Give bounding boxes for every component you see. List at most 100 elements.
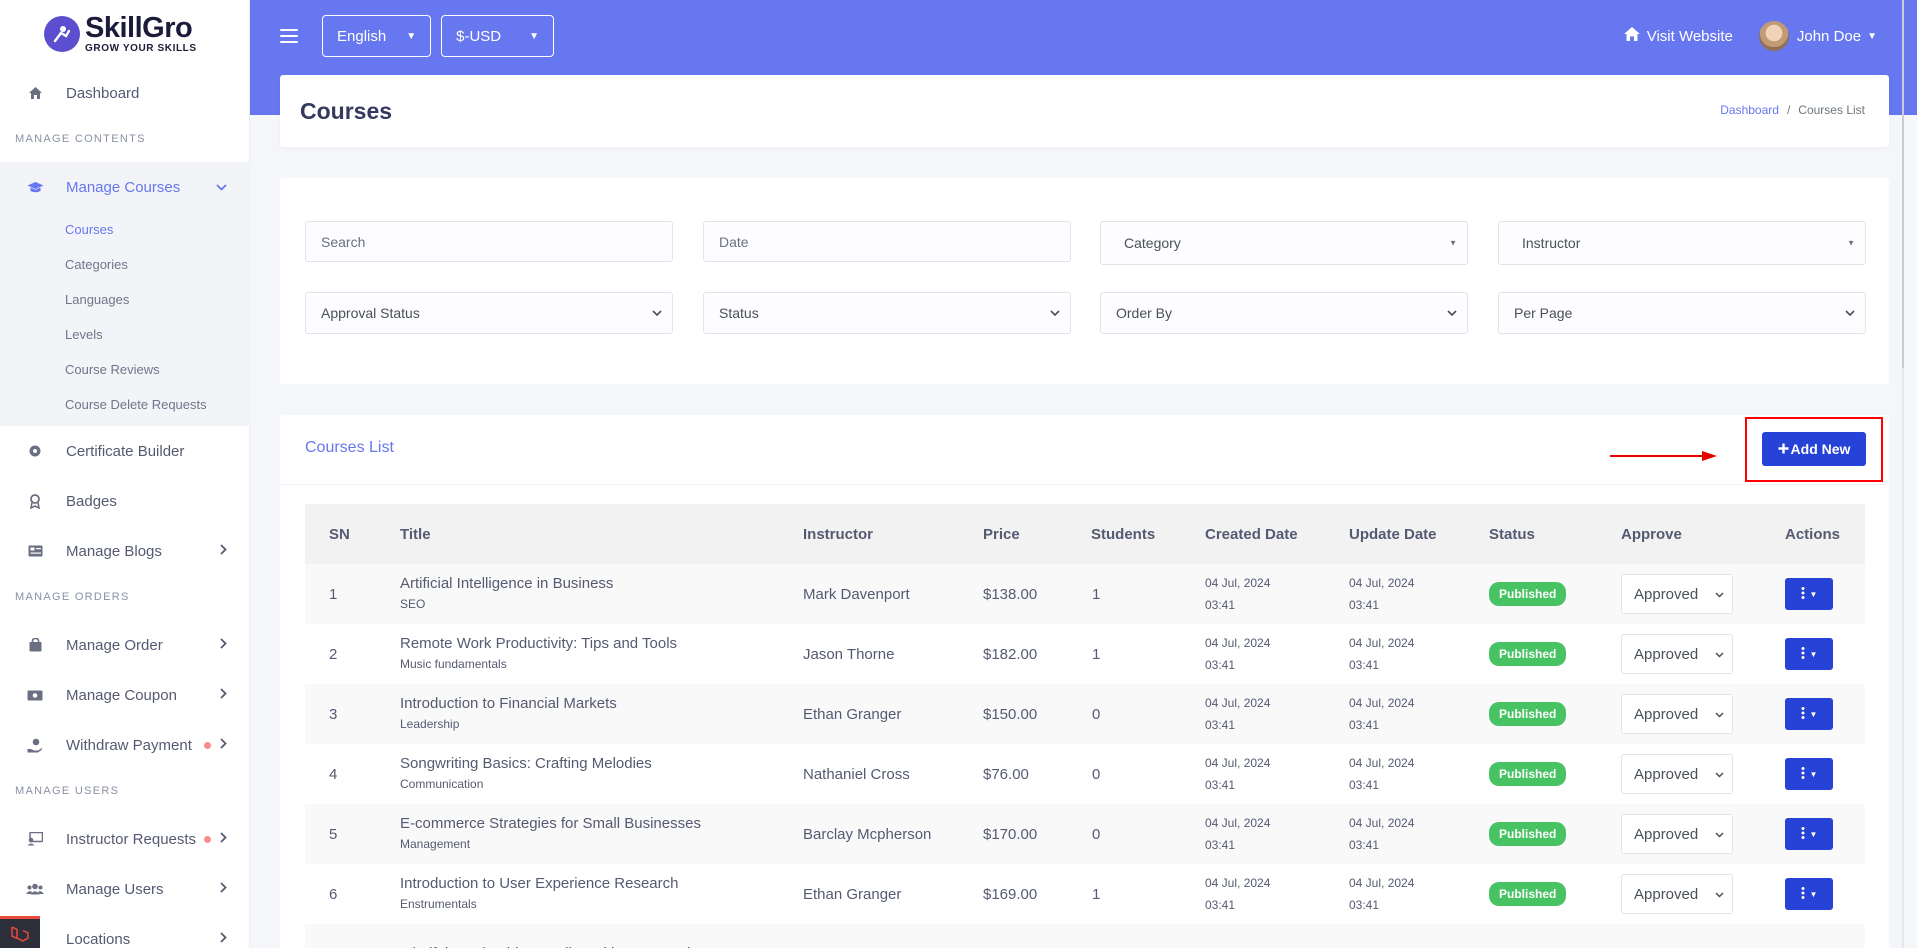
cell-title: Introduction to User Experience Research… bbox=[400, 864, 803, 924]
vertical-scrollbar[interactable] bbox=[1889, 0, 1917, 948]
cell-status: Published bbox=[1489, 564, 1621, 624]
visit-website-link[interactable]: Visit Website bbox=[1623, 26, 1733, 47]
column-header-status[interactable]: Status bbox=[1489, 504, 1621, 564]
status-badge: Published bbox=[1489, 822, 1567, 846]
approve-select[interactable]: Approved bbox=[1621, 634, 1733, 674]
brand-name: SkillGro bbox=[85, 12, 193, 44]
filters-card: Search Date Category ▼ Instructor ▼ Appr… bbox=[280, 178, 1889, 384]
students-count: 1 bbox=[1092, 585, 1101, 603]
chevron-down-icon bbox=[1715, 887, 1724, 901]
topbar: English ▼ $-USD ▼ Visit Website John Doe… bbox=[250, 0, 1917, 72]
category-select[interactable]: Category ▼ bbox=[1100, 221, 1468, 265]
cell-actions bbox=[1785, 924, 1865, 948]
sidebar-item-withdraw-payment[interactable]: Withdraw Payment bbox=[0, 720, 249, 770]
sidebar-item-dashboard[interactable]: Dashboard bbox=[0, 68, 249, 118]
column-header-title[interactable]: Title bbox=[400, 504, 803, 564]
approve-select[interactable]: Approved bbox=[1621, 574, 1733, 614]
cell-price: $169.00 bbox=[983, 885, 1038, 903]
caret-down-icon: ▼ bbox=[1847, 238, 1855, 248]
sidebar-subitem-course-delete-requests[interactable]: Course Delete Requests bbox=[0, 387, 249, 422]
cell-sn: 1 bbox=[329, 585, 338, 603]
sidebar-subitem-categories[interactable]: Categories bbox=[0, 247, 249, 282]
course-title[interactable]: Mindful Leadership: Leading with Compass… bbox=[400, 944, 803, 948]
sidebar-item-label: Certificate Builder bbox=[66, 442, 185, 460]
actions-dropdown-button[interactable]: ▼ bbox=[1785, 878, 1833, 910]
cell-actions: ▼ bbox=[1785, 864, 1865, 924]
user-menu[interactable]: John Doe ▼ bbox=[1758, 21, 1877, 51]
ellipsis-vertical-icon bbox=[1801, 886, 1805, 902]
cell-sn: 5 bbox=[329, 825, 338, 843]
status-select[interactable]: Status bbox=[703, 292, 1071, 334]
status-badge: Published bbox=[1489, 702, 1567, 726]
updated-time: 03:41 bbox=[1349, 658, 1380, 672]
course-title[interactable]: Remote Work Productivity: Tips and Tools bbox=[400, 634, 803, 654]
course-title[interactable]: Songwriting Basics: Crafting Melodies bbox=[400, 754, 803, 774]
course-title[interactable]: E-commerce Strategies for Small Business… bbox=[400, 814, 803, 834]
ellipsis-vertical-icon bbox=[1801, 706, 1805, 722]
brand[interactable]: SkillGro GROW YOUR SKILLS bbox=[0, 0, 249, 68]
students-count: 0 bbox=[1092, 765, 1101, 783]
sidebar-subitem-courses[interactable]: Courses bbox=[0, 212, 249, 247]
actions-dropdown-button[interactable]: ▼ bbox=[1785, 698, 1833, 730]
cell-actions: ▼ bbox=[1785, 684, 1865, 744]
courses-list-card: Courses List Add New SN Title Instructor… bbox=[280, 415, 1889, 948]
column-header-price[interactable]: Price bbox=[983, 504, 1091, 564]
newspaper-icon bbox=[26, 542, 44, 560]
column-header-actions: Actions bbox=[1785, 504, 1865, 564]
column-header-approve[interactable]: Approve bbox=[1621, 504, 1785, 564]
approval-status-select[interactable]: Approval Status bbox=[305, 292, 673, 334]
approve-select[interactable]: Approved bbox=[1621, 694, 1733, 734]
order-by-select[interactable]: Order By bbox=[1100, 292, 1468, 334]
laravel-debug-icon[interactable] bbox=[0, 916, 40, 948]
sidebar-subitem-languages[interactable]: Languages bbox=[0, 282, 249, 317]
cell-title: Introduction to Financial Markets Leaders… bbox=[400, 684, 803, 744]
actions-dropdown-button[interactable]: ▼ bbox=[1785, 758, 1833, 790]
column-header-update-date[interactable]: Update Date bbox=[1349, 504, 1489, 564]
approve-select[interactable]: Approved bbox=[1621, 874, 1733, 914]
currency-select[interactable]: $-USD ▼ bbox=[441, 15, 555, 57]
instructor-select[interactable]: Instructor ▼ bbox=[1498, 221, 1866, 265]
sidebar-item-certificate-builder[interactable]: Certificate Builder bbox=[0, 426, 249, 476]
breadcrumb-dashboard-link[interactable]: Dashboard bbox=[1720, 103, 1779, 117]
cell-sn: 6 bbox=[329, 885, 338, 903]
cell-update-date: 04 Jul, 2024 03:41 bbox=[1349, 804, 1489, 864]
search-input[interactable]: Search bbox=[305, 221, 673, 262]
actions-dropdown-button[interactable]: ▼ bbox=[1785, 638, 1833, 670]
date-input[interactable]: Date bbox=[703, 221, 1071, 262]
cell-price: $150.00 bbox=[983, 705, 1038, 723]
sidebar-item-instructor-requests[interactable]: Instructor Requests bbox=[0, 814, 249, 864]
per-page-select[interactable]: Per Page bbox=[1498, 292, 1866, 334]
sidebar-item-manage-order[interactable]: Manage Order bbox=[0, 620, 249, 670]
sidebar-item-manage-courses[interactable]: Manage Courses bbox=[0, 162, 249, 212]
cell-sn: 3 bbox=[329, 705, 338, 723]
cell-status bbox=[1489, 924, 1621, 948]
sidebar-subitem-course-reviews[interactable]: Course Reviews bbox=[0, 352, 249, 387]
chevron-down-icon bbox=[652, 306, 662, 320]
course-title[interactable]: Artificial Intelligence in Business bbox=[400, 574, 803, 594]
actions-dropdown-button[interactable]: ▼ bbox=[1785, 578, 1833, 610]
cell-actions: ▼ bbox=[1785, 744, 1865, 804]
sidebar-subitem-levels[interactable]: Levels bbox=[0, 317, 249, 352]
actions-dropdown-button[interactable]: ▼ bbox=[1785, 818, 1833, 850]
approve-select[interactable]: Approved bbox=[1621, 754, 1733, 794]
status-badge: Published bbox=[1489, 582, 1567, 606]
table-row: 4 Songwriting Basics: Crafting Melodies Co… bbox=[305, 744, 1865, 804]
column-header-students[interactable]: Students bbox=[1091, 504, 1205, 564]
sidebar-item-manage-coupon[interactable]: Manage Coupon bbox=[0, 670, 249, 720]
page-title: Courses bbox=[300, 97, 393, 124]
sidebar-item-manage-blogs[interactable]: Manage Blogs bbox=[0, 526, 249, 576]
updated-date: 04 Jul, 2024 bbox=[1349, 876, 1415, 890]
course-category: Communication bbox=[400, 777, 484, 791]
chevron-down-icon bbox=[1050, 306, 1060, 320]
sidebar-item-manage-users[interactable]: Manage Users bbox=[0, 864, 249, 914]
approve-select[interactable]: Approved bbox=[1621, 814, 1733, 854]
column-header-sn[interactable]: SN bbox=[305, 504, 400, 564]
table-row: 5 E-commerce Strategies for Small Busines… bbox=[305, 804, 1865, 864]
sidebar-item-badges[interactable]: Badges bbox=[0, 476, 249, 526]
column-header-instructor[interactable]: Instructor bbox=[803, 504, 983, 564]
column-header-created-date[interactable]: Created Date bbox=[1205, 504, 1349, 564]
language-select[interactable]: English ▼ bbox=[322, 15, 432, 57]
menu-toggle-icon[interactable] bbox=[280, 29, 298, 43]
course-title[interactable]: Introduction to Financial Markets bbox=[400, 694, 803, 714]
course-title[interactable]: Introduction to User Experience Research bbox=[400, 874, 803, 894]
